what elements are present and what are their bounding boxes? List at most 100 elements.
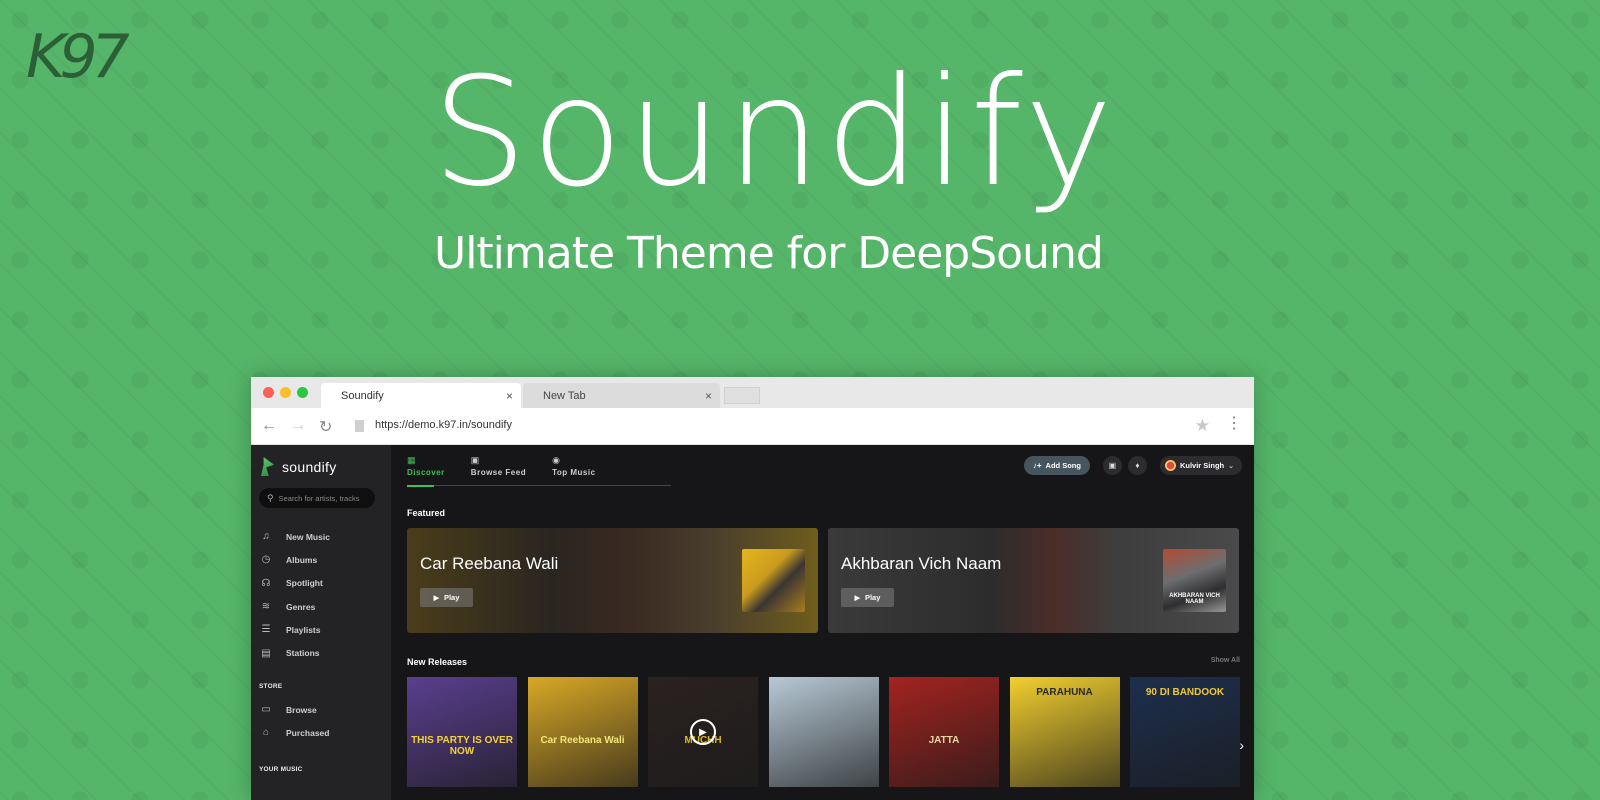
tab-label: Top Music [552, 468, 596, 477]
add-song-label: Add Song [1045, 461, 1081, 470]
your-music-section-label: YOUR MUSIC [259, 766, 303, 773]
forward-arrow-icon[interactable]: → [290, 417, 306, 435]
search-icon: ⚲ [267, 492, 274, 503]
reload-icon[interactable]: ↻ [319, 417, 332, 437]
store-icon: ▭ [261, 704, 271, 716]
browser-tabbar: Soundify × New Tab × [251, 377, 1254, 408]
radio-station-icon: ▤ [261, 647, 271, 659]
sidebar-item-label: Browse [286, 704, 317, 715]
soundify-logo-icon [261, 457, 274, 476]
featured-title: Akhbaran Vich Naam [841, 554, 1002, 573]
close-window-button[interactable] [263, 387, 274, 398]
header-actions: ♪+ Add Song ▣ ♦ Kulvir Singh ⌄ [1023, 456, 1242, 475]
playlist-icon: ☰ [261, 624, 271, 636]
browser-menu-icon[interactable]: ⋮ [1226, 416, 1242, 432]
sidebar-item-spotlight[interactable]: ☊ Spotlight [251, 572, 391, 595]
sidebar-item-label: Spotlight [286, 578, 323, 589]
k97-logo: K97 [26, 22, 130, 92]
tab-label: Discover [407, 468, 445, 477]
user-menu-button[interactable]: Kulvir Singh ⌄ [1159, 456, 1242, 475]
release-card[interactable]: PARAHUNA [1009, 677, 1120, 787]
music-note-icon: ♫ [262, 531, 270, 543]
address-bar: ← → ↻ https://demo.k97.in/soundify ★ ⋮ [251, 408, 1254, 445]
grid-icon: ▦ [407, 455, 416, 465]
play-button[interactable]: ▶ Play [841, 588, 894, 607]
chevron-down-icon: ⌄ [1228, 462, 1234, 470]
release-title: PARAHUNA [1036, 687, 1093, 698]
close-tab-icon[interactable]: × [705, 389, 712, 403]
url-input[interactable]: https://demo.k97.in/soundify [375, 419, 512, 431]
tab-browse-feed[interactable]: ▣ Browse Feed [471, 455, 526, 477]
release-card[interactable]: MUCHH ▶ [648, 677, 758, 787]
sidebar-item-label: Stations [286, 648, 320, 659]
featured-heading: Featured [407, 508, 446, 518]
play-button[interactable]: ▶ Play [420, 588, 473, 607]
release-card[interactable]: 90 DI BANDOOK [1130, 677, 1240, 787]
user-name: Kulvir Singh [1179, 461, 1225, 470]
browser-tab-soundify[interactable]: Soundify × [321, 383, 521, 408]
tab-top-music[interactable]: ◉ Top Music [552, 455, 595, 477]
store-button[interactable]: ▣ [1102, 456, 1122, 475]
sidebar-item-albums[interactable]: ◷ Albums [251, 548, 391, 571]
release-card[interactable] [768, 677, 879, 787]
sidebar-item-label: New Music [286, 531, 330, 542]
tab-label: Browse Feed [470, 468, 527, 477]
close-tab-icon[interactable]: × [506, 389, 513, 403]
sidebar-item-label: Albums [286, 554, 318, 565]
show-all-link[interactable]: Show All [1211, 657, 1240, 664]
basket-icon: ⌂ [262, 727, 270, 739]
search-box: ⚲ [259, 488, 375, 508]
album-cover[interactable]: AKHBARAN VICH NAAM [1163, 549, 1226, 612]
release-card[interactable]: Car Reebana Wali [527, 677, 638, 787]
album-icon: ◷ [261, 554, 271, 566]
sidebar-item-browse[interactable]: ▭ Browse [251, 698, 391, 721]
play-icon: ▶ [854, 594, 860, 602]
sidebar-item-playlists[interactable]: ☰ Playlists [251, 618, 391, 641]
sidebar-item-new-music[interactable]: ♫ New Music [251, 525, 391, 548]
add-song-button[interactable]: ♪+ Add Song [1023, 456, 1090, 475]
new-tab-button[interactable] [724, 387, 760, 404]
play-icon[interactable]: ▶ [690, 719, 716, 745]
search-input[interactable] [278, 493, 371, 503]
avatar [1164, 460, 1176, 471]
play-label: Play [864, 593, 881, 602]
sidebar-item-genres[interactable]: ≋ Genres [251, 595, 391, 618]
sidebar: soundify ⚲ ♫ New Music ◷ Albums ☊ Spotlight… [251, 445, 391, 800]
browser-tab-new-tab[interactable]: New Tab × [523, 383, 720, 408]
album-cover[interactable] [742, 549, 805, 612]
bookmark-star-icon[interactable]: ★ [1195, 416, 1210, 436]
brand-logo[interactable]: soundify [261, 457, 337, 476]
featured-card[interactable]: Akhbaran Vich Naam ▶ Play AKHBARAN VICH … [828, 528, 1239, 633]
back-arrow-icon[interactable]: ← [261, 417, 277, 435]
sidebar-item-label: Genres [286, 601, 316, 612]
layers-icon: ≋ [261, 601, 271, 613]
next-arrow-icon[interactable]: › [1239, 737, 1244, 753]
spotlight-icon: ☊ [261, 577, 271, 589]
release-title: JATTA [928, 735, 960, 746]
tab-title: New Tab [543, 389, 586, 402]
tab-title: Soundify [341, 389, 384, 402]
minimize-window-button[interactable] [280, 387, 291, 398]
hero-title: Soundify [432, 46, 1117, 220]
maximize-window-button[interactable] [297, 387, 308, 398]
release-card[interactable]: THIS PARTY IS OVER NOW [407, 677, 517, 787]
main-content: ▦ Discover ▣ Browse Feed ◉ Top Music ♪+ … [391, 445, 1254, 800]
featured-card[interactable]: Car Reebana Wali ▶ Play [407, 528, 818, 633]
brand-name: soundify [282, 458, 337, 475]
sidebar-item-stations[interactable]: ▤ Stations [251, 641, 391, 664]
tab-discover[interactable]: ▦ Discover [407, 455, 445, 477]
store-nav: ▭ Browse ⌂ Purchased [251, 698, 391, 745]
release-title: Car Reebana Wali [540, 735, 625, 746]
sidebar-item-purchased[interactable]: ⌂ Purchased [251, 721, 391, 744]
new-releases-heading: New Releases [407, 657, 468, 667]
release-card[interactable]: JATTA [889, 677, 999, 787]
new-releases-row: THIS PARTY IS OVER NOW Car Reebana Wali MU… [407, 677, 1251, 787]
trending-icon: ◉ [552, 455, 560, 465]
notifications-button[interactable]: ♦ [1127, 456, 1147, 475]
feed-icon: ▣ [470, 455, 480, 465]
sidebar-nav: ♫ New Music ◷ Albums ☊ Spotlight ≋ Genres ☰ P… [251, 525, 391, 665]
active-tab-indicator [407, 485, 434, 487]
store-icon: ▣ [1108, 461, 1117, 470]
featured-title: Car Reebana Wali [420, 554, 559, 573]
add-music-icon: ♪+ [1032, 461, 1042, 470]
